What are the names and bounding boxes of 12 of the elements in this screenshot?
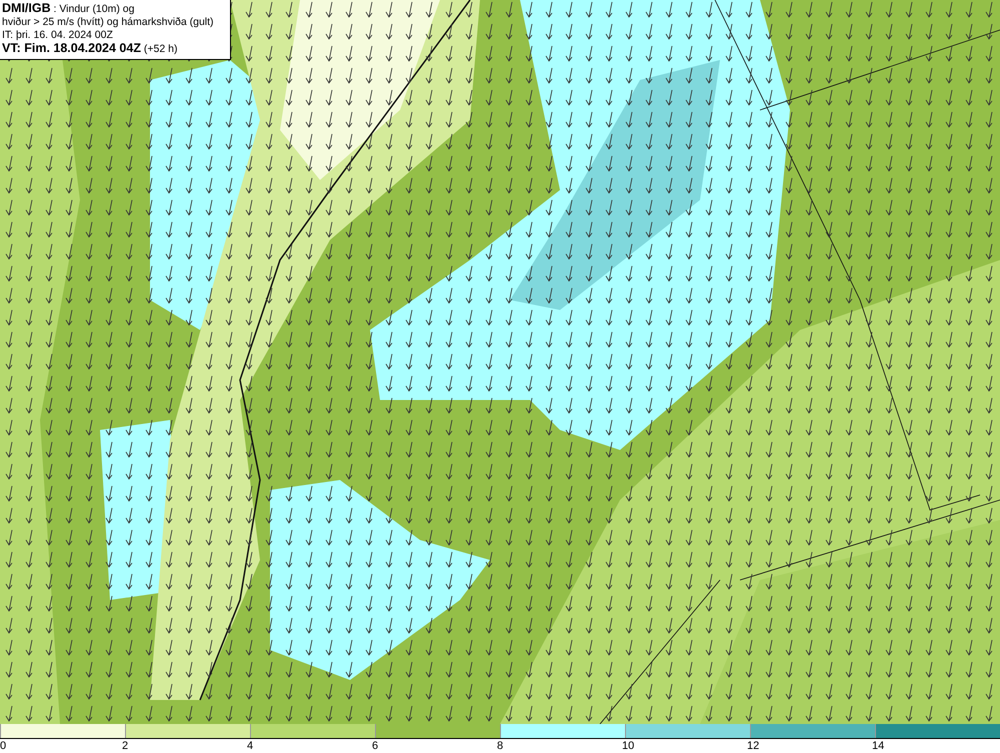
legend-tick-label: 4 — [247, 739, 254, 753]
legend-tick-label: 10 — [622, 739, 634, 753]
legend-tick-label: 6 — [372, 739, 378, 753]
legend-tick-label: 2 — [122, 739, 128, 753]
title-line: VT: Fim. 18.04.2024 04Z (+52 h) — [2, 42, 178, 56]
legend-tick-label: 14 — [872, 739, 884, 753]
legend-tick-label: 8 — [497, 739, 504, 753]
title-line: hviður > 25 m/s (hvítt) og hámarkshviða (gult) — [2, 16, 215, 29]
title-line: DMI/IGB : Vindur (10m) og — [2, 2, 136, 16]
legend-tick-label: 0 — [0, 739, 6, 753]
title-line: IT: þri. 16. 04. 2024 00Z — [2, 29, 114, 42]
legend-tick-label: 12 — [747, 739, 760, 753]
